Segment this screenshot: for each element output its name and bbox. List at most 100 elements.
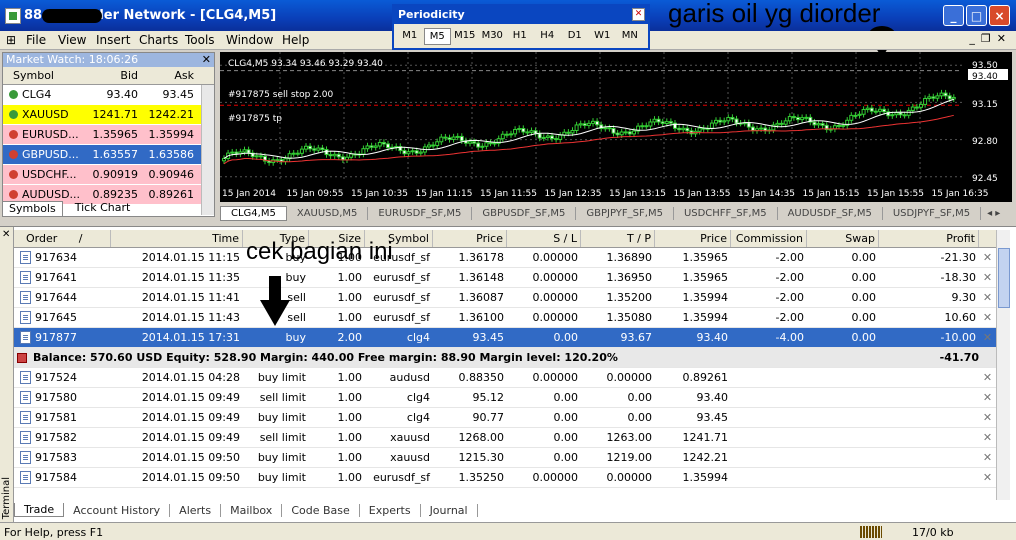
period-h1-button[interactable]: H1 [506, 28, 534, 45]
order-row[interactable]: 917583 2014.01.15 09:50 buy limit 1.00 xauus… [14, 448, 996, 468]
market-watch-row[interactable]: CLG4 93.40 93.45 [3, 85, 214, 105]
close-order-icon[interactable]: ✕ [979, 451, 996, 464]
mdi-close-icon[interactable]: ✕ [997, 32, 1006, 45]
menu-window[interactable]: Window [226, 33, 273, 47]
candle [586, 120, 591, 129]
close-order-icon[interactable]: ✕ [979, 271, 996, 284]
close-order-icon[interactable]: ✕ [979, 411, 996, 424]
price-cell: 95.12 [472, 391, 505, 404]
terminal-tab[interactable]: Account History [64, 503, 171, 517]
close-order-icon[interactable]: ✕ [979, 291, 996, 304]
close-order-icon[interactable]: ✕ [979, 431, 996, 444]
col-ask[interactable]: Ask [141, 69, 197, 82]
col-swap[interactable]: Swap [807, 230, 879, 247]
menu-file-icon[interactable]: ⊞ [6, 33, 16, 47]
tab-tick-chart[interactable]: Tick Chart [69, 201, 137, 217]
order-id: 917524 [35, 371, 77, 384]
terminal-scrollbar[interactable] [996, 230, 1010, 500]
close-order-icon[interactable]: ✕ [979, 331, 996, 344]
market-watch-row[interactable]: XAUUSD 1241.71 1242.21 [3, 105, 214, 125]
period-h4-button[interactable]: H4 [534, 28, 562, 45]
menu-view[interactable]: View [58, 33, 86, 47]
terminal-tab[interactable]: Alerts [170, 503, 222, 517]
col-price[interactable]: Price [433, 230, 507, 247]
close-order-icon[interactable]: ✕ [979, 471, 996, 484]
mdi-restore-icon[interactable]: ❐ [981, 32, 991, 45]
menu-insert[interactable]: Insert [96, 33, 130, 47]
menu-file[interactable]: File [26, 33, 46, 47]
chart-tab[interactable]: USDCHFF_SF,M5 [674, 206, 778, 220]
col-order[interactable]: Order / [14, 230, 111, 247]
period-w1-button[interactable]: W1 [589, 28, 617, 45]
col-sl[interactable]: S / L [507, 230, 581, 247]
close-order-icon[interactable]: ✕ [979, 311, 996, 324]
col-symbol[interactable]: Symbol [3, 69, 87, 82]
chart-tab[interactable]: EURUSDF_SF,M5 [368, 206, 473, 220]
mdi-minimize-icon[interactable]: _ [969, 32, 975, 45]
terminal-tab[interactable]: Code Base [282, 503, 360, 517]
order-row[interactable]: 917524 2014.01.15 04:28 buy limit 1.00 audus… [14, 368, 996, 388]
col-current-price[interactable]: Price [655, 230, 731, 247]
market-watch-row[interactable]: EURUSD... 1.35965 1.35994 [3, 125, 214, 145]
col-profit[interactable]: Profit [879, 230, 979, 247]
chart-tab[interactable]: XAUUSD,M5 [287, 206, 369, 220]
terminal-tab[interactable]: Trade [14, 503, 65, 517]
market-watch-row[interactable]: GBPUSD... 1.63557 1.63586 [3, 145, 214, 165]
order-row[interactable]: 917645 2014.01.15 11:43 sell 1.00 eurusdf_sf… [14, 308, 996, 328]
close-order-icon[interactable]: ✕ [979, 371, 996, 384]
period-m1-button[interactable]: M1 [396, 28, 424, 45]
app-window: 88 RG Trader Network - [CLG4,M5] _ □ × g… [0, 0, 1016, 540]
terminal-tab[interactable]: Mailbox [221, 503, 283, 517]
col-tp[interactable]: T / P [581, 230, 655, 247]
maximize-button[interactable]: □ [966, 5, 987, 26]
period-mn-button[interactable]: MN [616, 28, 644, 45]
terminal-scroll-thumb[interactable] [998, 248, 1010, 308]
order-cell: 917641 [14, 271, 111, 284]
terminal-tab[interactable]: Experts [360, 503, 421, 517]
tp-cell: 1.35080 [606, 311, 653, 324]
menu-charts[interactable]: Charts [139, 33, 178, 47]
chart-tab[interactable]: GBPUSDF_SF,M5 [472, 206, 577, 220]
order-row[interactable]: 917634 2014.01.15 11:15 buy 1.00 eurusdf_sf 1… [14, 248, 996, 268]
close-button[interactable]: × [989, 5, 1010, 26]
order-row[interactable]: 917584 2014.01.15 09:50 buy limit 1.00 eurus… [14, 468, 996, 488]
col-bid[interactable]: Bid [87, 69, 141, 82]
minimize-button[interactable]: _ [943, 5, 964, 26]
order-row[interactable]: 917581 2014.01.15 09:49 buy limit 1.00 clg4 9… [14, 408, 996, 428]
market-watch-row[interactable]: USDCHF... 0.90919 0.90946 [3, 165, 214, 185]
col-time[interactable]: Time [111, 230, 243, 247]
chart-tab[interactable]: GBPJPYF_SF,M5 [576, 206, 674, 220]
market-watch-scrollbar[interactable] [201, 85, 214, 215]
order-row[interactable]: 917580 2014.01.15 09:49 sell limit 1.00 clg4… [14, 388, 996, 408]
menu-tools[interactable]: Tools [185, 33, 215, 47]
price-chart[interactable]: CLG4,M5 93.34 93.46 93.29 93.40 #917875 s… [220, 52, 1012, 202]
chart-tabs-scroll-icon[interactable]: ◂ ▸ [987, 208, 1000, 219]
period-m30-button[interactable]: M30 [479, 28, 507, 45]
period-m5-button[interactable]: M5 [423, 28, 451, 45]
period-m15-button[interactable]: M15 [451, 28, 479, 45]
price-cell: 1268.00 [458, 431, 505, 444]
terminal-close-icon[interactable]: ✕ [2, 229, 10, 240]
col-commission[interactable]: Commission [731, 230, 807, 247]
order-row[interactable]: 917877 2014.01.15 17:31 buy 2.00 clg4 93.45 0.… [14, 328, 996, 348]
candle [287, 150, 292, 162]
candle [541, 134, 546, 142]
chart-tab[interactable]: AUDUSDF_SF,M5 [778, 206, 883, 220]
chart-tab[interactable]: CLG4,M5 [220, 205, 287, 221]
order-row[interactable]: 917644 2014.01.15 11:41 sell 1.00 eurusdf_sf… [14, 288, 996, 308]
order-row[interactable]: 917582 2014.01.15 09:49 sell limit 1.00 xauu… [14, 428, 996, 448]
candle [734, 115, 739, 127]
chart-tab[interactable]: USDJPYF_SF,M5 [883, 206, 982, 220]
periodicity-close-icon[interactable]: ✕ [632, 8, 645, 21]
close-order-icon[interactable]: ✕ [979, 251, 996, 264]
market-watch-close-icon[interactable]: ✕ [202, 53, 211, 66]
order-cell: 917580 [14, 391, 111, 404]
periodicity-title[interactable]: Periodicity ✕ [394, 6, 648, 24]
period-d1-button[interactable]: D1 [561, 28, 589, 45]
terminal-tab[interactable]: Journal [421, 503, 478, 517]
candle [820, 120, 825, 129]
tab-symbols[interactable]: Symbols [2, 201, 63, 217]
menu-help[interactable]: Help [282, 33, 309, 47]
close-order-icon[interactable]: ✕ [979, 391, 996, 404]
order-row[interactable]: 917641 2014.01.15 11:35 buy 1.00 eurusdf_sf 1… [14, 268, 996, 288]
